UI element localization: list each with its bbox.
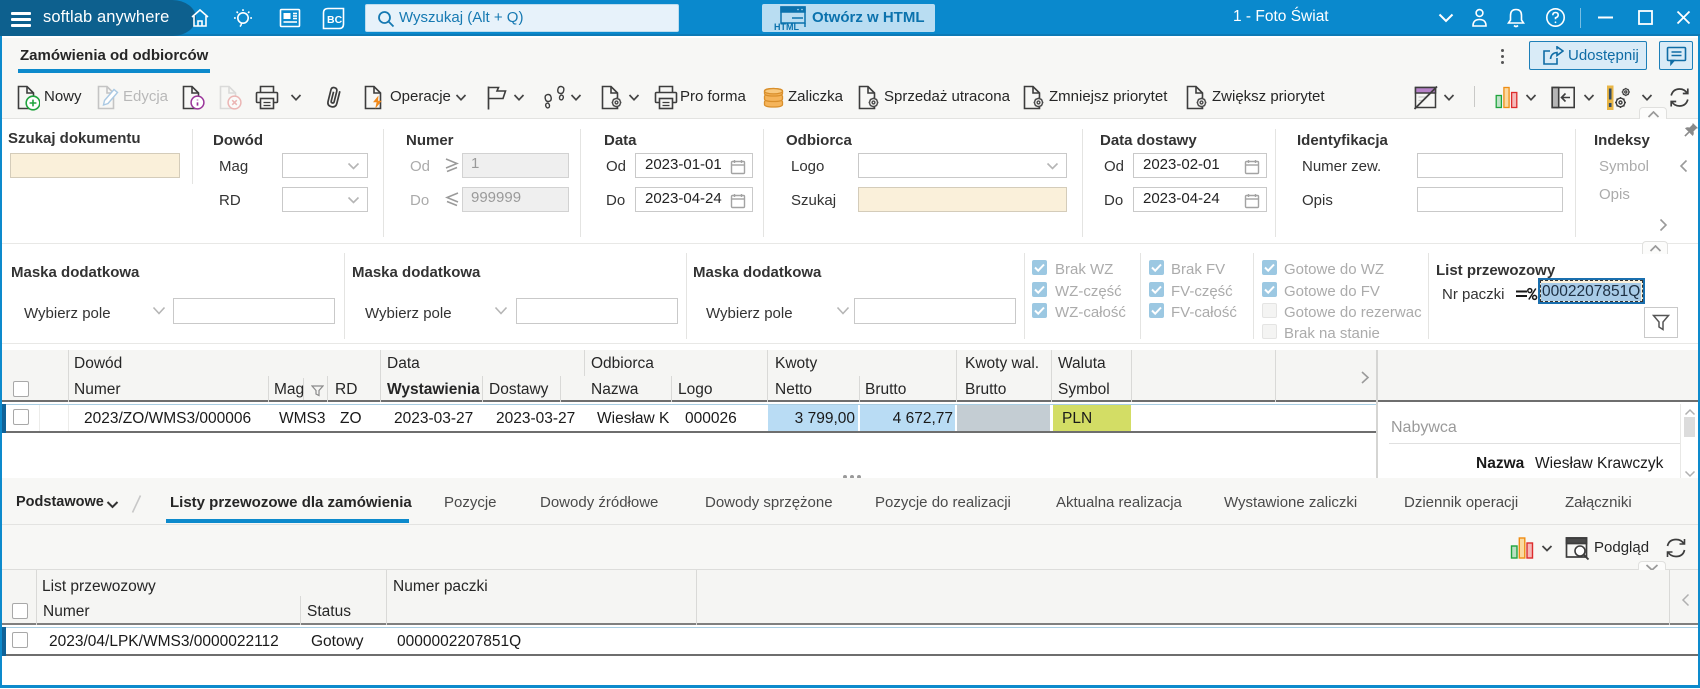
svg-text:BC: BC: [327, 14, 343, 26]
svg-text:HTML: HTML: [774, 22, 799, 31]
